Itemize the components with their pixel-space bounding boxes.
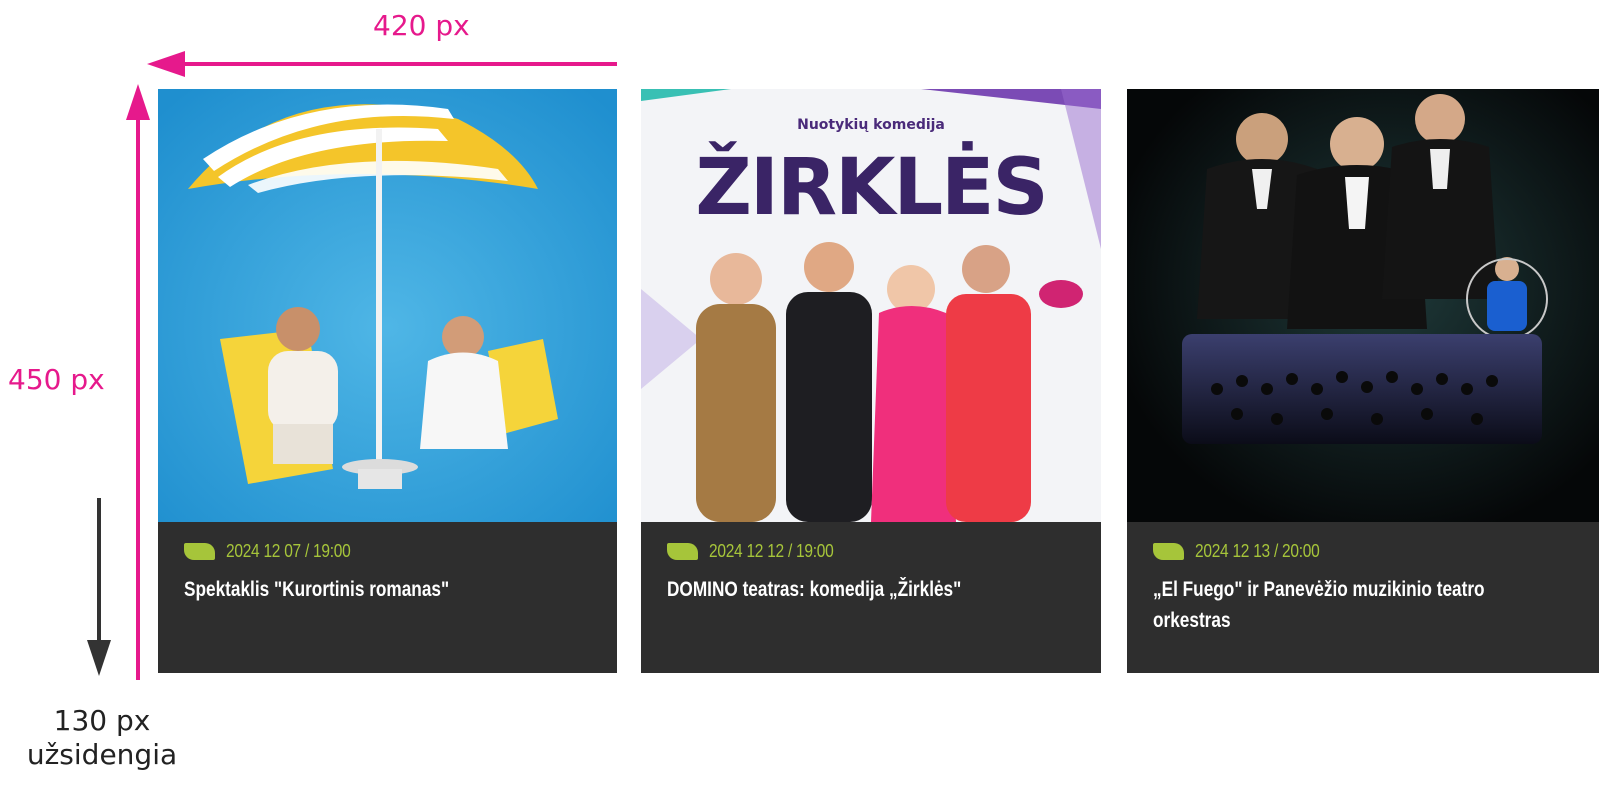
- event-date-row: 2024 12 12 / 19:00: [667, 540, 1075, 562]
- width-dimension-label: 420 px: [373, 9, 470, 42]
- event-card-body: 2024 12 13 / 20:00 „El Fuego" ir Panevėž…: [1127, 522, 1599, 673]
- event-title[interactable]: DOMINO teatras: komedija „Žirklės": [667, 574, 1077, 605]
- event-card-zirkles[interactable]: Nuotykių komedija ŽIRKLĖS 2024 12 12 / 1…: [641, 89, 1101, 673]
- calendar-tag-icon: [667, 542, 698, 560]
- height-arrow-head: [126, 84, 150, 120]
- event-title[interactable]: Spektaklis "Kurortinis romanas": [184, 574, 594, 605]
- event-date-row: 2024 12 13 / 20:00: [1153, 540, 1573, 562]
- height-dimension-label: 450 px: [8, 363, 105, 396]
- width-arrow-head: [147, 51, 185, 77]
- calendar-tag-icon: [1153, 542, 1184, 560]
- calendar-tag-icon: [184, 542, 215, 560]
- event-image-beach-umbrella[interactable]: [158, 89, 617, 522]
- page: 420 px 450 px 130 px užsidengia 2024 12 …: [0, 0, 1599, 788]
- event-title[interactable]: „El Fuego" ir Panevėžio muzikinio teatro…: [1153, 574, 1514, 636]
- event-image-concert-orchestra[interactable]: [1127, 89, 1599, 522]
- event-card-kurortinis-romanas[interactable]: 2024 12 07 / 19:00 Spektaklis "Kurortini…: [158, 89, 617, 673]
- event-date: 2024 12 12 / 19:00: [709, 540, 834, 561]
- event-card-el-fuego[interactable]: 2024 12 13 / 20:00 „El Fuego" ir Panevėž…: [1127, 89, 1599, 673]
- poster-subtitle: Nuotykių komedija: [797, 117, 945, 133]
- cover-label-value: 130 px: [53, 704, 151, 737]
- event-card-body: 2024 12 12 / 19:00 DOMINO teatras: komed…: [641, 522, 1101, 673]
- event-date: 2024 12 07 / 19:00: [226, 540, 351, 561]
- cover-label-text: užsidengia: [26, 738, 178, 772]
- event-date: 2024 12 13 / 20:00: [1195, 540, 1320, 561]
- event-image-zirkles-poster[interactable]: Nuotykių komedija ŽIRKLĖS: [641, 89, 1101, 522]
- cover-dimension-label: 130 px užsidengia: [0, 704, 204, 772]
- event-date-row: 2024 12 07 / 19:00: [184, 540, 591, 562]
- event-card-body: 2024 12 07 / 19:00 Spektaklis "Kurortini…: [158, 522, 617, 673]
- poster-title: ŽIRKLĖS: [695, 141, 1046, 233]
- cover-arrow-head: [87, 640, 111, 676]
